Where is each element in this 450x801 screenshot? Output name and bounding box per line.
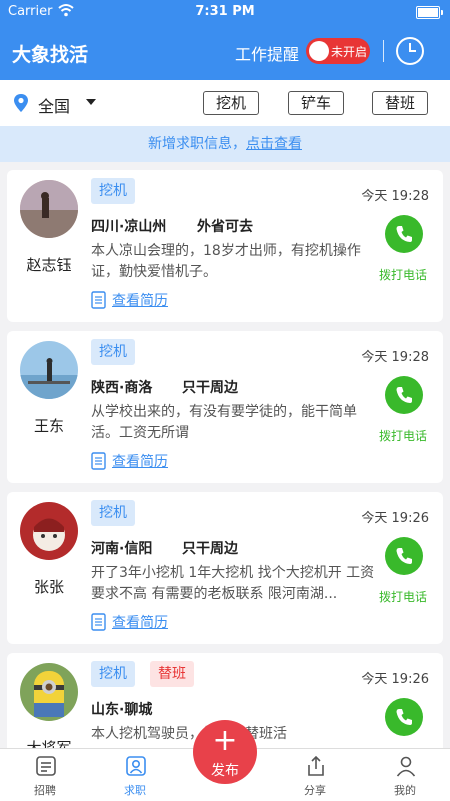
post-time: 今天 19:28: [361, 350, 429, 365]
user-icon: [396, 756, 416, 777]
job-tag: 挖机: [91, 500, 135, 526]
seeker-location: 河南·信阳: [91, 541, 153, 557]
document-icon: [91, 452, 106, 470]
tab-profile[interactable]: 我的: [360, 749, 450, 801]
plus-icon: +: [212, 723, 238, 758]
status-time: 7:31 PM: [195, 4, 255, 19]
document-icon: [91, 613, 106, 631]
seeker-location: 陕西·商洛: [91, 380, 153, 396]
call-button[interactable]: [385, 376, 423, 414]
app-title: 大象找活: [12, 44, 89, 66]
avatar[interactable]: [20, 663, 78, 721]
tab-share[interactable]: 分享: [270, 749, 360, 801]
phone-icon: [396, 387, 412, 403]
view-resume-label: 查看简历: [112, 454, 168, 470]
header: 大象找活 工作提醒 未开启: [0, 24, 450, 80]
phone-icon: [396, 709, 412, 725]
share-icon: [308, 755, 324, 776]
document-icon: [91, 291, 106, 309]
phone-icon: [396, 226, 412, 242]
tab-label: 分享: [304, 784, 326, 797]
battery-icon: [416, 6, 443, 19]
work-availability: 只干周边: [182, 380, 238, 396]
tab-label: 我的: [394, 784, 416, 797]
seeker-description: 本人凉山会理的，18岁才出师，有挖机操作证，勤快爱惜机子。: [91, 243, 361, 280]
work-availability: 外省可去: [197, 219, 253, 235]
substitute-tag: 替班: [150, 661, 194, 687]
seeker-name: 赵志钰: [26, 256, 72, 274]
view-resume-link[interactable]: 查看简历: [91, 451, 168, 471]
filter-bar: 全国 挖机 铲车 替班: [0, 80, 450, 126]
seeker-description: 从学校出来的，有没有要学徒的，能干简单活。工资无所谓: [91, 404, 357, 441]
seeker-name: 张张: [33, 578, 64, 596]
call-button[interactable]: [385, 215, 423, 253]
job-seeker-card[interactable]: 王东 挖机 今天 19:28 陕西·商洛 只干周边 从学校出来的，有没有要学徒的…: [7, 331, 443, 483]
avatar[interactable]: [20, 180, 78, 238]
toggle-knob: [309, 41, 329, 61]
banner-link[interactable]: 点击查看: [246, 136, 302, 152]
tab-recruit[interactable]: 招聘: [0, 749, 90, 801]
work-reminder-toggle[interactable]: 未开启: [306, 38, 370, 64]
toggle-status-text: 未开启: [331, 45, 368, 59]
work-reminder-label: 工作提醒: [235, 45, 300, 64]
seeker-description: 开了3年小挖机 1年大挖机 找个大挖机开 工资要求不高 有需要的老板联系 限河南…: [91, 565, 375, 602]
job-tag: 挖机: [91, 339, 135, 365]
call-label[interactable]: 拨打电话: [379, 588, 427, 605]
person-card-icon: [126, 756, 146, 776]
caret-down-icon[interactable]: [86, 99, 96, 105]
job-seeker-card[interactable]: 赵志钰 挖机 今天 19:28 四川·凉山州 外省可去 本人凉山会理的，18岁才…: [7, 170, 443, 322]
call-label[interactable]: 拨打电话: [379, 427, 427, 444]
view-resume-label: 查看简历: [112, 293, 168, 309]
new-job-banner: 新增求职信息，点击查看: [0, 126, 450, 162]
filter-button-loader[interactable]: 铲车: [288, 91, 344, 115]
phone-icon: [396, 548, 412, 564]
call-label[interactable]: 拨打电话: [379, 266, 427, 283]
seeker-location: 山东·聊城: [91, 702, 153, 718]
header-divider: [383, 40, 384, 62]
call-button[interactable]: [385, 698, 423, 736]
work-availability: 只干周边: [182, 541, 238, 557]
post-time: 今天 19:28: [361, 189, 429, 204]
status-bar: Carrier 7:31 PM: [0, 0, 450, 24]
avatar[interactable]: [20, 502, 78, 560]
location-pin-icon[interactable]: [13, 93, 29, 113]
job-seeker-card[interactable]: 张张 挖机 今天 19:26 河南·信阳 只干周边 开了3年小挖机 1年大挖机 …: [7, 492, 443, 644]
view-resume-link[interactable]: 查看简历: [91, 290, 168, 310]
view-resume-link[interactable]: 查看简历: [91, 612, 168, 632]
job-tag: 挖机: [91, 178, 135, 204]
job-tag: 挖机: [91, 661, 135, 687]
avatar[interactable]: [20, 341, 78, 399]
tab-job-seeking[interactable]: 求职: [90, 749, 180, 801]
seeker-name: 王东: [33, 417, 64, 435]
view-resume-label: 查看简历: [112, 615, 168, 631]
location-selector[interactable]: 全国: [38, 93, 70, 117]
publish-button[interactable]: + 发布: [193, 720, 257, 784]
banner-text: 新增求职信息，: [148, 136, 246, 152]
post-time: 今天 19:26: [361, 672, 429, 687]
filter-button-substitute[interactable]: 替班: [372, 91, 428, 115]
publish-label: 发布: [211, 763, 239, 779]
filter-button-excavator[interactable]: 挖机: [203, 91, 259, 115]
call-button[interactable]: [385, 537, 423, 575]
tab-label: 求职: [124, 784, 146, 797]
post-time: 今天 19:26: [361, 511, 429, 526]
list-document-icon: [36, 756, 56, 776]
seeker-location: 四川·凉山州: [91, 219, 167, 235]
tab-label: 招聘: [34, 784, 56, 797]
clock-icon[interactable]: [396, 37, 424, 65]
